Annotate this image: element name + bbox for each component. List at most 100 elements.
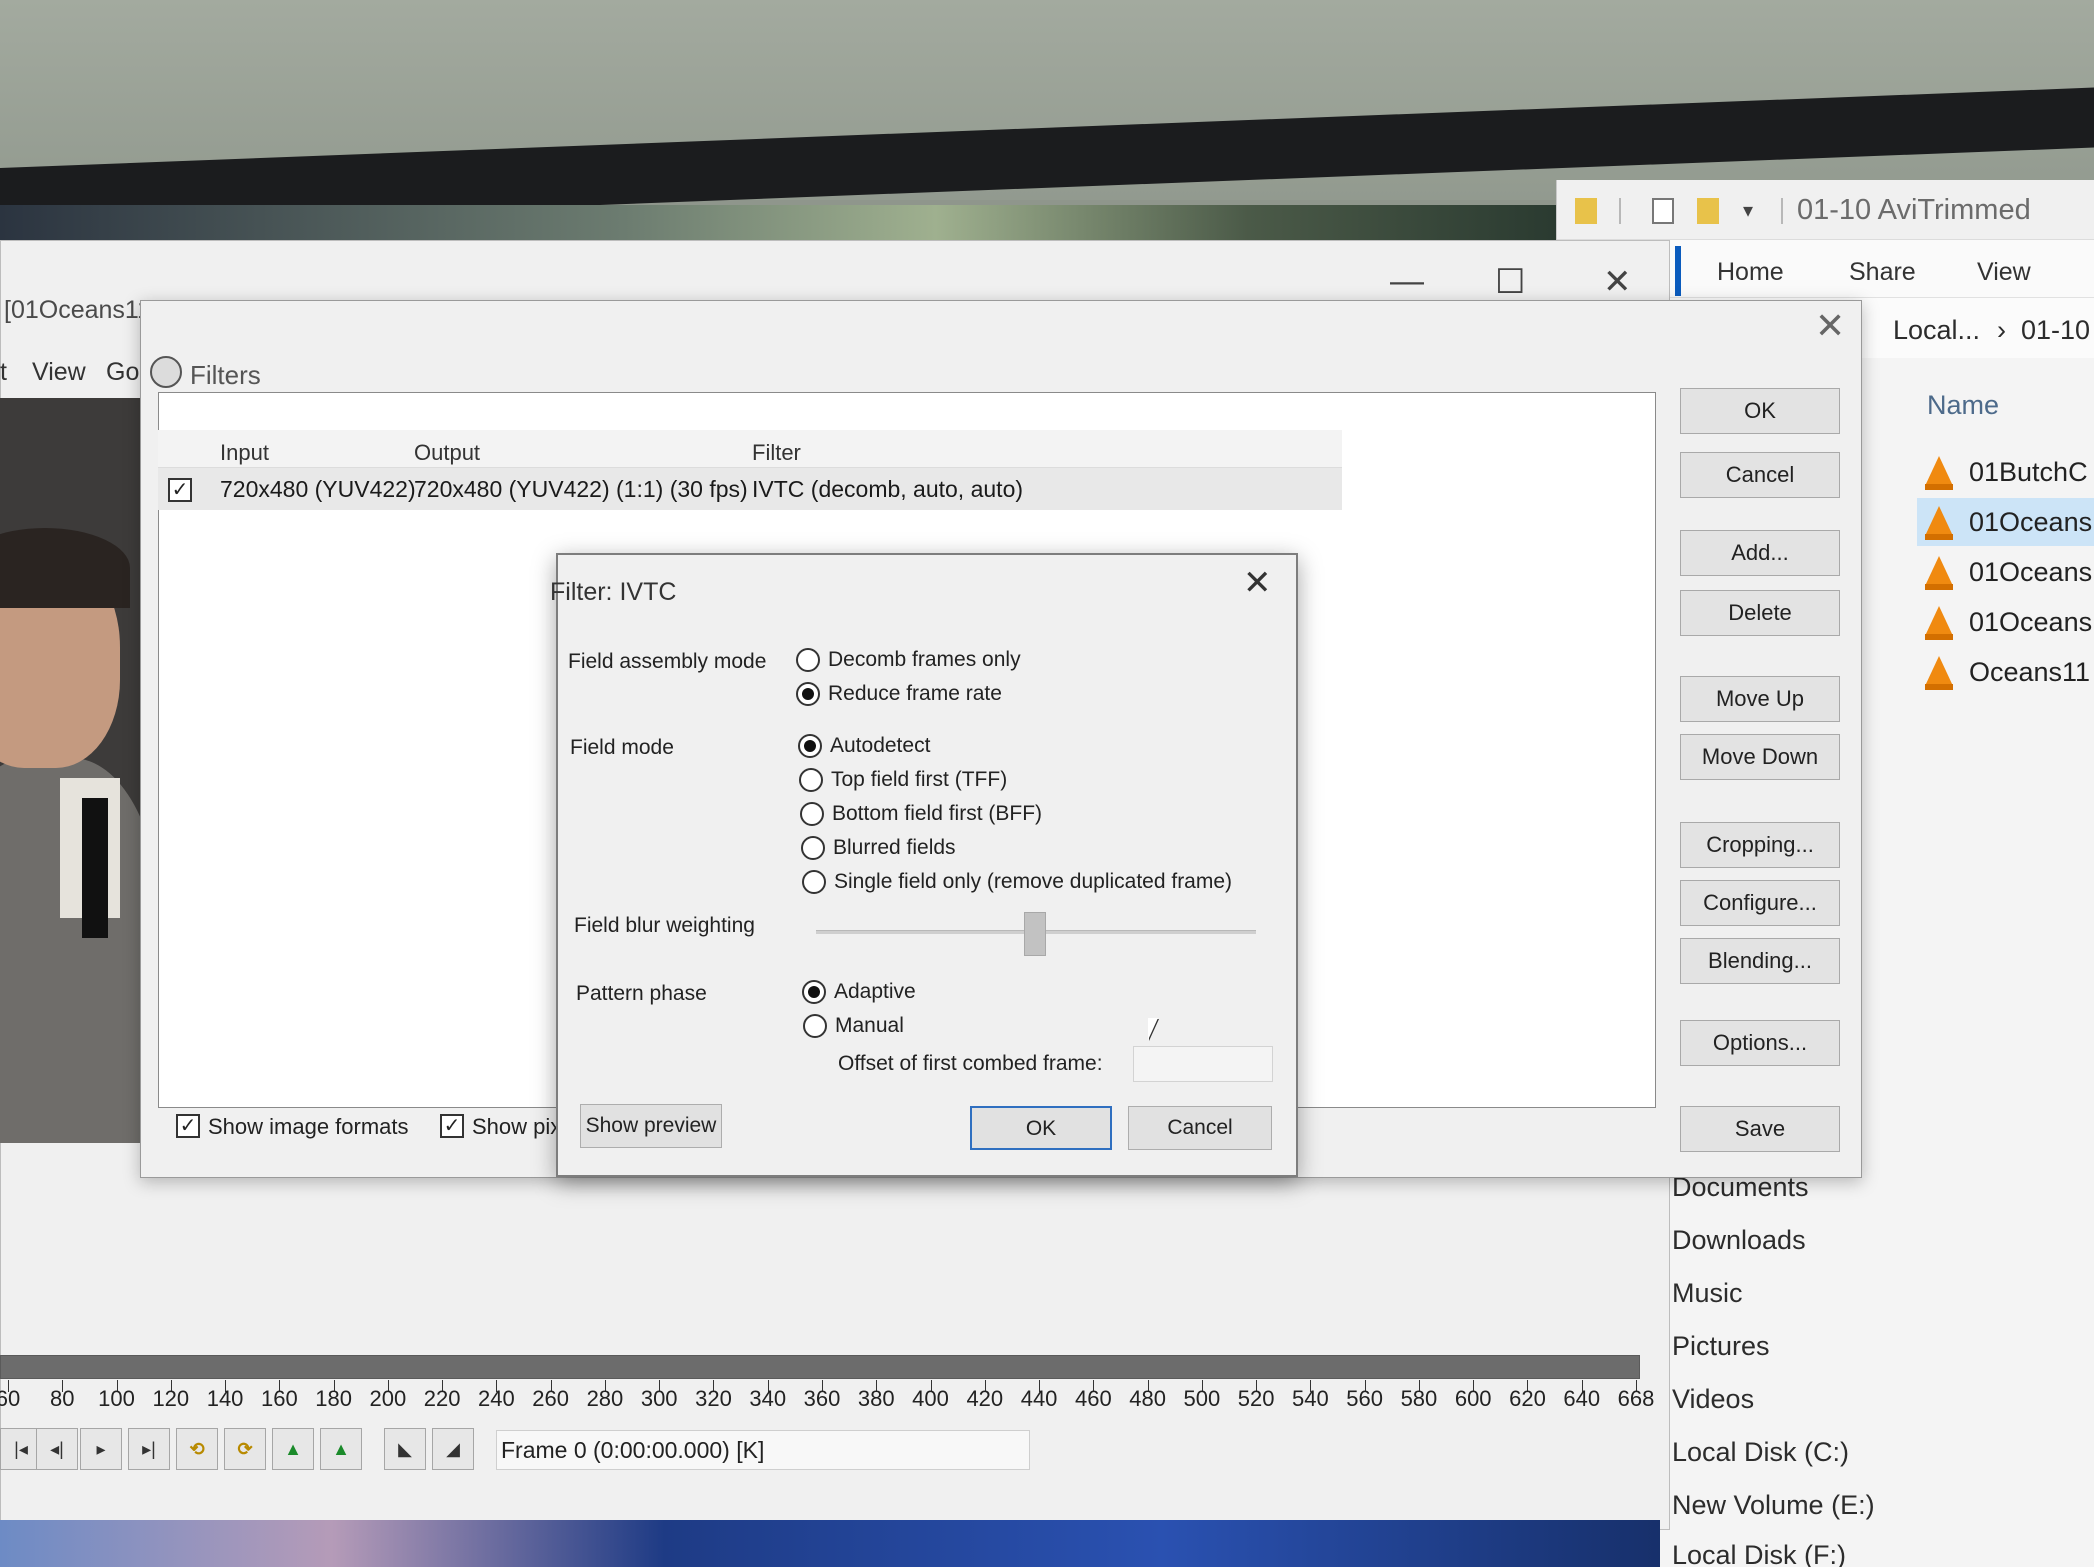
radio-manual[interactable] [803, 1014, 827, 1038]
column-filter[interactable]: Filter [752, 440, 801, 466]
filters-close-icon[interactable]: ✕ [1815, 305, 1845, 347]
file-tab-accent[interactable] [1675, 246, 1681, 296]
ivtc-cancel-button[interactable]: Cancel [1128, 1106, 1272, 1150]
column-output[interactable]: Output [414, 440, 480, 466]
save-button[interactable]: Save [1680, 1106, 1840, 1152]
radio-decomb-frames-only[interactable] [796, 648, 820, 672]
timeline-tick-label: 640 [1563, 1386, 1601, 1411]
radio-adaptive-label[interactable]: Adaptive [834, 980, 916, 1004]
field-blur-label: Field blur weighting [574, 914, 755, 937]
radio-bottom-field-first-label[interactable]: Bottom field first (BFF) [832, 802, 1042, 826]
radio-single-field-only-label[interactable]: Single field only (remove duplicated fra… [834, 870, 1232, 894]
nav-downloads[interactable]: Downloads [1672, 1225, 1806, 1256]
add-filter-button[interactable]: Add... [1680, 530, 1840, 576]
explorer-title: 01-10 AviTrimmed [1797, 194, 2031, 226]
file-item-selected[interactable]: 01Oceans [1917, 498, 2094, 546]
timeline-tick-label: 180 [315, 1386, 352, 1411]
radio-manual-label[interactable]: Manual [835, 1014, 904, 1038]
timeline-tick-label: 220 [423, 1386, 461, 1411]
file-item[interactable]: 01ButchC [1917, 448, 2094, 496]
cropping-button[interactable]: Cropping... [1680, 822, 1840, 868]
field-blur-slider-thumb[interactable] [1024, 912, 1046, 956]
radio-autodetect[interactable] [798, 734, 822, 758]
show-image-formats-label: Show image formats [208, 1114, 409, 1139]
mark-in-icon[interactable]: ◣ [384, 1428, 426, 1470]
move-up-button[interactable]: Move Up [1680, 676, 1840, 722]
radio-blurred-fields-label[interactable]: Blurred fields [833, 836, 956, 860]
timeline-tick-label: 80 [50, 1386, 75, 1411]
radio-reduce-frame-rate-label[interactable]: Reduce frame rate [828, 682, 1002, 706]
checkbox-icon[interactable] [1652, 198, 1674, 224]
ivtc-close-icon[interactable]: ✕ [1243, 563, 1272, 603]
maximize-icon[interactable]: ☐ [1495, 262, 1525, 302]
nav-new-volume-e[interactable]: New Volume (E:) [1672, 1490, 1875, 1521]
offset-input[interactable] [1133, 1046, 1273, 1082]
breadcrumb-folder[interactable]: 01-10 [2021, 315, 2090, 346]
filters-ok-button[interactable]: OK [1680, 388, 1840, 434]
radio-top-field-first-label[interactable]: Top field first (TFF) [831, 768, 1007, 792]
filters-gear-icon [150, 356, 182, 388]
delete-filter-button[interactable]: Delete [1680, 590, 1840, 636]
timeline-tick-label: 520 [1237, 1386, 1275, 1411]
radio-reduce-frame-rate[interactable] [796, 682, 820, 706]
configure-button[interactable]: Configure... [1680, 880, 1840, 926]
next-scene-icon[interactable]: ▲ [320, 1428, 362, 1470]
ivtc-title: Filter: IVTC [550, 578, 677, 606]
menu-edit[interactable]: t [0, 358, 7, 387]
nav-local-disk-c[interactable]: Local Disk (C:) [1672, 1437, 1849, 1468]
radio-single-field-only[interactable] [802, 870, 826, 894]
tab-view[interactable]: View [1977, 258, 2031, 287]
show-pixel-checkbox[interactable]: ✓ [440, 1114, 464, 1138]
prev-scene-icon[interactable]: ▲ [272, 1428, 314, 1470]
breadcrumb-local[interactable]: Local... [1893, 315, 1980, 346]
ivtc-ok-button[interactable]: OK [970, 1106, 1112, 1150]
blending-button[interactable]: Blending... [1680, 938, 1840, 984]
folder-icon[interactable] [1575, 198, 1597, 224]
radio-decomb-frames-only-label[interactable]: Decomb frames only [828, 648, 1021, 672]
prev-key-icon[interactable]: ⟲ [176, 1428, 218, 1470]
timeline-tick-label: 540 [1292, 1386, 1329, 1411]
timeline-tick-label: 600 [1454, 1386, 1492, 1411]
tab-home[interactable]: Home [1717, 258, 1784, 287]
timeline-scrubber[interactable] [0, 1355, 1640, 1379]
timeline-tick-label: 460 [1074, 1386, 1112, 1411]
vlc-icon [1925, 556, 1953, 590]
show-image-formats-checkbox[interactable]: ✓ [176, 1114, 200, 1138]
column-input[interactable]: Input [220, 440, 269, 466]
file-item[interactable]: 01Oceans [1917, 598, 2094, 646]
filters-cancel-button[interactable]: Cancel [1680, 452, 1840, 498]
menu-view[interactable]: View [32, 358, 86, 387]
play-icon[interactable]: ▸ [80, 1428, 122, 1470]
timeline-tick-label: 160 [260, 1386, 298, 1411]
next-key-icon[interactable]: ⟳ [224, 1428, 266, 1470]
chevron-down-icon[interactable]: ▾ [1743, 198, 1763, 224]
radio-autodetect-label[interactable]: Autodetect [830, 734, 930, 758]
show-preview-button[interactable]: Show preview [580, 1104, 722, 1148]
video-frame-tie [82, 798, 108, 938]
timeline-tick-label: 380 [857, 1386, 895, 1411]
radio-blurred-fields[interactable] [801, 836, 825, 860]
nav-local-disk-f[interactable]: Local Disk (F:) [1672, 1540, 1846, 1567]
file-item[interactable]: 01Oceans [1917, 548, 2094, 596]
options-button[interactable]: Options... [1680, 1020, 1840, 1066]
menu-go[interactable]: Go [106, 358, 139, 387]
radio-adaptive[interactable] [802, 980, 826, 1004]
move-down-button[interactable]: Move Down [1680, 734, 1840, 780]
radio-top-field-first[interactable] [799, 768, 823, 792]
timeline-tick-label: 100 [98, 1386, 135, 1411]
nav-pictures[interactable]: Pictures [1672, 1331, 1770, 1362]
filter-enable-checkbox[interactable]: ✓ [168, 478, 192, 502]
vlc-icon [1925, 506, 1953, 540]
nav-music[interactable]: Music [1672, 1278, 1743, 1309]
nav-videos[interactable]: Videos [1672, 1384, 1754, 1415]
minimize-icon[interactable]: — [1390, 262, 1424, 301]
radio-bottom-field-first[interactable] [800, 802, 824, 826]
new-folder-icon[interactable] [1697, 198, 1719, 224]
close-icon[interactable]: ✕ [1603, 262, 1632, 302]
end-icon[interactable]: ▸| [128, 1428, 170, 1470]
mark-out-icon[interactable]: ◢ [432, 1428, 474, 1470]
tab-share[interactable]: Share [1849, 258, 1916, 287]
prev-frame-icon[interactable]: ◂| [36, 1428, 78, 1470]
column-header-name[interactable]: Name [1927, 390, 1999, 421]
file-item[interactable]: Oceans11 [1917, 648, 2094, 696]
